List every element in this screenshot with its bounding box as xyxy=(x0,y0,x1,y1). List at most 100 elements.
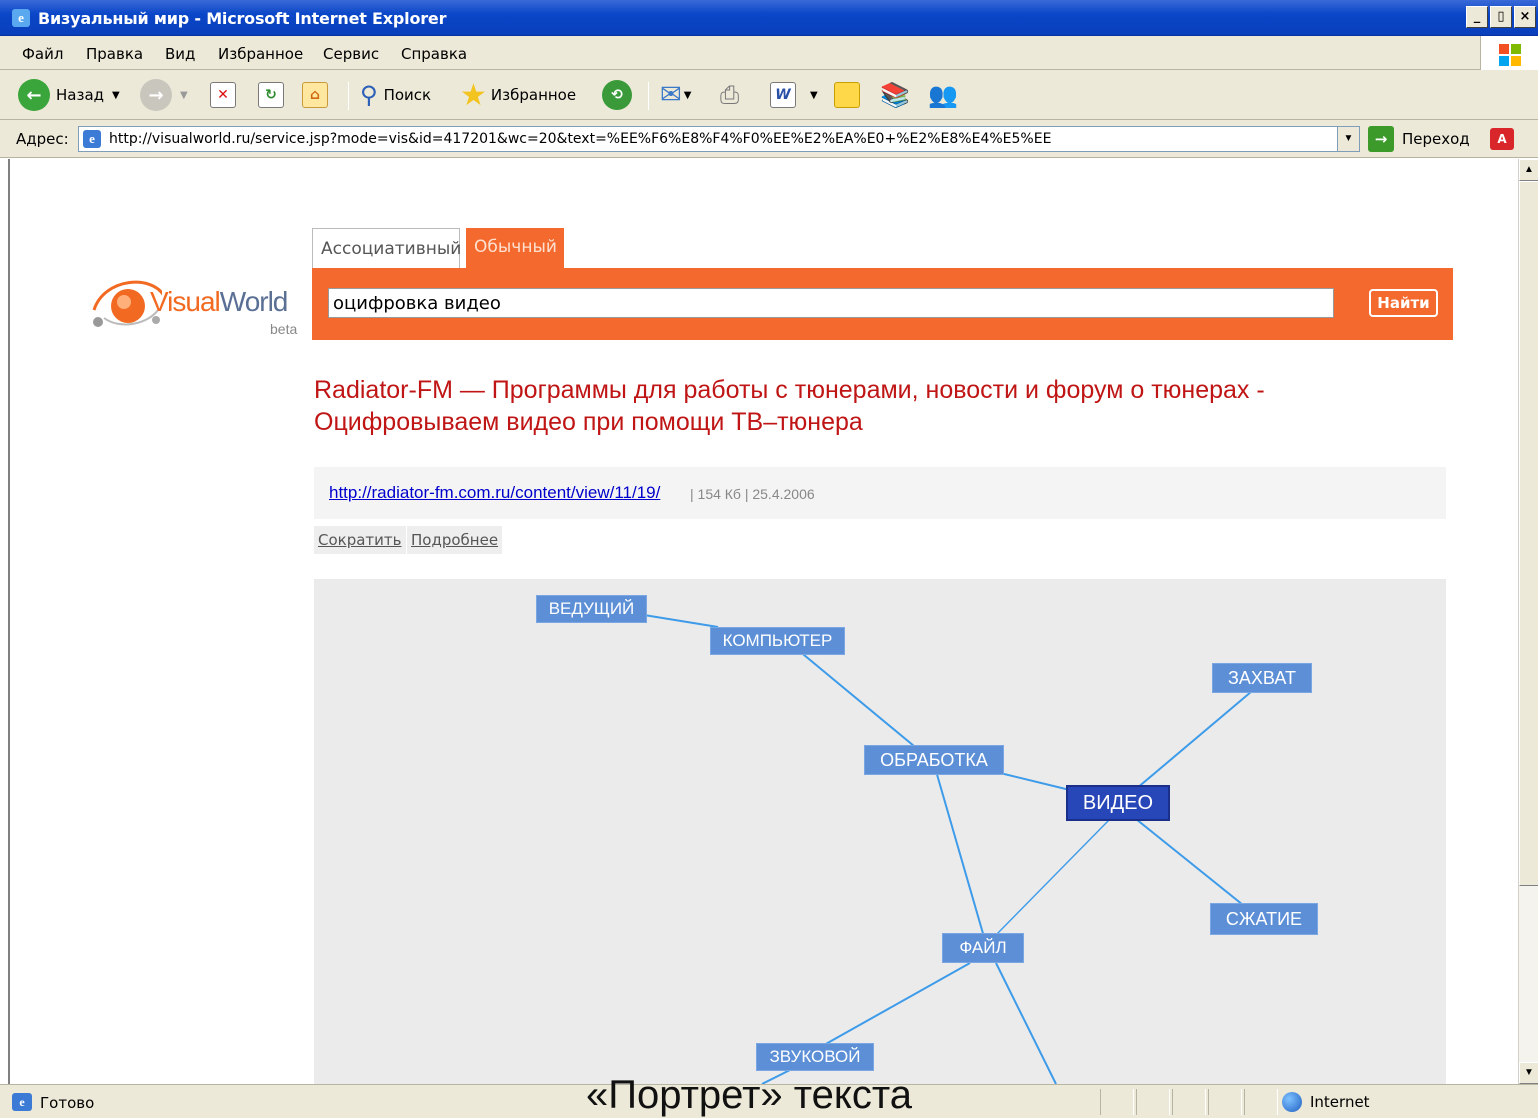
back-arrow-icon: ← xyxy=(18,79,50,111)
search-button[interactable]: ⚲ Поиск xyxy=(360,79,431,111)
page-icon: e xyxy=(12,1093,32,1111)
home-button[interactable]: ⌂ xyxy=(302,79,328,111)
stop-icon: ✕ xyxy=(210,82,236,108)
forward-button[interactable]: → ▼ xyxy=(140,79,188,111)
node-kompyuter[interactable]: КОМПЬЮТЕР xyxy=(710,627,845,655)
history-icon: ⟲ xyxy=(602,80,632,110)
find-button[interactable]: Найти xyxy=(1369,289,1438,317)
search-label: Поиск xyxy=(383,86,432,104)
tab-associative[interactable]: Ассоциативный xyxy=(312,228,461,268)
star-icon: ★ xyxy=(460,77,487,113)
home-icon: ⌂ xyxy=(302,82,328,108)
scroll-down-button[interactable]: ▼ xyxy=(1519,1062,1538,1084)
node-obrabotka[interactable]: ОБРАБОТКА xyxy=(864,745,1004,775)
research-icon: 📚 xyxy=(880,81,910,109)
search-input[interactable]: оцифровка видео xyxy=(328,288,1334,318)
toolbar: ← Назад ▼ → ▼ ✕ ↻ ⌂ ⚲ Поиск ★ Избранное … xyxy=(0,70,1538,120)
mail-icon: ✉ xyxy=(660,80,682,110)
address-url: http://visualworld.ru/service.jsp?mode=v… xyxy=(109,131,1052,147)
status-cell xyxy=(1172,1089,1206,1115)
edge-fayl-zvukovoy xyxy=(823,962,971,1046)
pdf-icon[interactable]: A xyxy=(1490,128,1514,150)
back-button[interactable]: ← Назад ▼ xyxy=(18,79,120,111)
go-label: Переход xyxy=(1402,130,1470,148)
vertical-scrollbar[interactable]: ▲ ▼ xyxy=(1518,159,1538,1084)
discuss-button[interactable] xyxy=(834,79,860,111)
messenger-icon: 👥 xyxy=(928,81,958,109)
windows-flag-icon xyxy=(1480,36,1538,70)
refresh-icon: ↻ xyxy=(258,82,284,108)
search-panel: оцифровка видео Найти xyxy=(312,268,1453,340)
node-vedushchiy[interactable]: ВЕДУЩИЙ xyxy=(536,595,647,623)
word-icon: W xyxy=(770,82,796,108)
logo-text: VisualWorld xyxy=(150,286,288,317)
logo-beta: beta xyxy=(270,321,298,337)
status-cell xyxy=(1136,1089,1170,1115)
edit-button[interactable]: W ▼ xyxy=(770,79,818,111)
more-button[interactable]: Подробнее xyxy=(407,526,503,554)
favorites-label: Избранное xyxy=(490,86,577,104)
print-button[interactable]: ⎙ xyxy=(720,79,739,111)
security-zone: Internet xyxy=(1282,1092,1370,1112)
chevron-down-icon: ▼ xyxy=(683,89,692,101)
favorites-button[interactable]: ★ Избранное xyxy=(460,77,577,113)
shorten-button[interactable]: Сократить xyxy=(314,526,406,554)
graph-edges xyxy=(643,614,1259,1084)
refresh-button[interactable]: ↻ xyxy=(258,79,284,111)
address-label: Адрес: xyxy=(16,130,69,148)
go-arrow-icon: → xyxy=(1368,126,1394,152)
visualworld-logo[interactable]: VisualWorld beta xyxy=(80,264,310,344)
menu-tools[interactable]: Сервис xyxy=(323,45,379,63)
window-controls: _ ▯ × xyxy=(1466,6,1536,28)
chevron-down-icon: ▼ xyxy=(180,89,188,101)
edge-video-szhatie xyxy=(1135,818,1249,910)
edge-obrabotka-fayl xyxy=(935,770,985,938)
forward-arrow-icon: → xyxy=(140,79,172,111)
printer-icon: ⎙ xyxy=(720,81,740,109)
menu-file[interactable]: Файл xyxy=(22,45,63,63)
research-button[interactable]: 📚 xyxy=(880,79,910,111)
node-zakhvat[interactable]: ЗАХВАТ xyxy=(1212,663,1312,693)
go-button[interactable]: → Переход xyxy=(1368,126,1470,152)
result-meta: http://radiator-fm.com.ru/content/view/1… xyxy=(314,467,1446,519)
edge-vedushchiy-kompyuter xyxy=(643,614,719,628)
status-text: Готово xyxy=(40,1094,95,1112)
menu-edit[interactable]: Правка xyxy=(86,45,143,63)
edge-video-zakhvat xyxy=(1135,685,1259,790)
page-icon: e xyxy=(83,130,101,148)
result-link[interactable]: http://radiator-fm.com.ru/content/view/1… xyxy=(329,483,660,503)
node-szhatie[interactable]: СЖАТИЕ xyxy=(1210,903,1318,935)
magnifier-icon: ⚲ xyxy=(360,81,378,109)
scroll-thumb[interactable] xyxy=(1519,181,1538,886)
address-dropdown-button[interactable]: ▼ xyxy=(1337,127,1359,151)
history-button[interactable]: ⟲ xyxy=(602,79,632,111)
stop-button[interactable]: ✕ xyxy=(210,79,236,111)
menu-bar: Файл Правка Вид Избранное Сервис Справка xyxy=(0,36,1538,70)
edge-obrabotka-video xyxy=(999,772,1075,792)
toolbar-separator xyxy=(648,82,649,110)
maximize-button[interactable]: ▯ xyxy=(1490,6,1512,28)
tab-normal[interactable]: Обычный xyxy=(466,228,564,268)
node-video[interactable]: ВИДЕО xyxy=(1066,785,1170,821)
chevron-down-icon: ▼ xyxy=(112,89,120,101)
minimize-button[interactable]: _ xyxy=(1466,6,1488,28)
node-zvukovoy[interactable]: ЗВУКОВОЙ xyxy=(756,1043,874,1071)
word-graph: ВЕДУЩИЙ КОМПЬЮТЕР ЗАХВАТ ОБРАБОТКА ВИДЕО… xyxy=(314,579,1446,1084)
slide-caption: «Портрет» текста xyxy=(586,1073,912,1117)
menu-view[interactable]: Вид xyxy=(165,45,195,63)
address-bar: Адрес: e http://visualworld.ru/service.j… xyxy=(0,120,1538,158)
page-viewport: VisualWorld beta Ассоциативный Обычный о… xyxy=(8,159,1518,1084)
node-fayl[interactable]: ФАЙЛ xyxy=(942,933,1024,963)
address-input[interactable]: e http://visualworld.ru/service.jsp?mode… xyxy=(78,126,1360,152)
messenger-button[interactable]: 👥 xyxy=(928,79,958,111)
result-title[interactable]: Radiator-FM — Программы для работы с тюн… xyxy=(314,374,1414,438)
menu-help[interactable]: Справка xyxy=(401,45,467,63)
menu-favorites[interactable]: Избранное xyxy=(218,45,303,63)
close-button[interactable]: × xyxy=(1514,6,1536,28)
scroll-up-button[interactable]: ▲ xyxy=(1519,159,1538,181)
zone-label: Internet xyxy=(1310,1093,1370,1111)
ie-icon: e xyxy=(12,9,30,27)
note-icon xyxy=(834,82,860,108)
mail-button[interactable]: ✉ ▼ xyxy=(660,79,692,111)
edge-video-fayl xyxy=(993,818,1111,938)
